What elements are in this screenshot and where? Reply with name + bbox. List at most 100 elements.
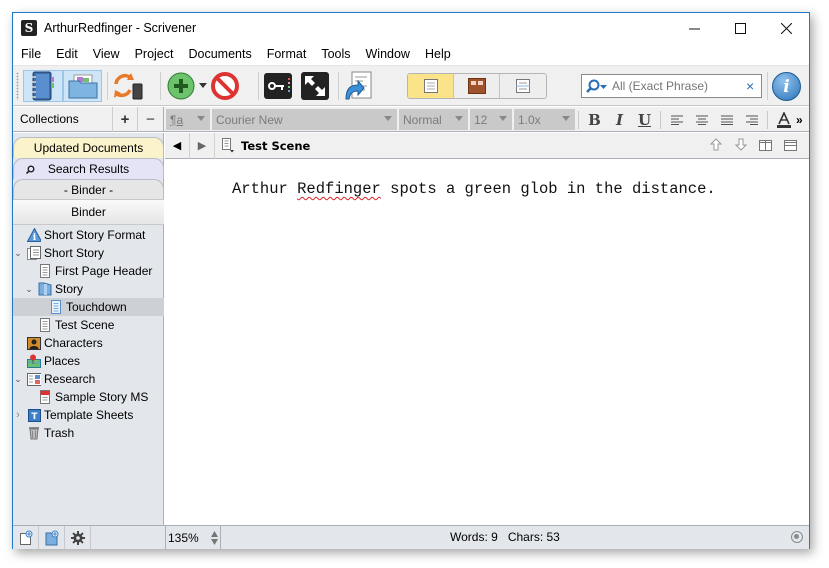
settings-footer-button[interactable] [65,526,91,549]
research-folder-icon [27,372,41,386]
binder-item-sample-story-ms[interactable]: Sample Story MS [13,388,164,406]
document-title: Test Scene [241,138,311,153]
underline-button[interactable]: U [632,109,657,130]
remove-collection-button[interactable]: − [138,107,163,132]
outliner-view-button[interactable] [500,74,546,98]
binder-item-characters[interactable]: Characters [13,334,164,352]
add-folder-footer-button[interactable] [39,526,65,549]
editor-content[interactable]: Arthur Redfinger spots a green glob in t… [232,180,716,198]
sync-button[interactable] [110,70,146,102]
delete-button[interactable] [208,70,242,102]
binder-item-label: Template Sheets [44,408,134,422]
binder-item-places[interactable]: Places [13,352,164,370]
search-results-label: Search Results [47,162,130,176]
align-left-icon [670,115,683,125]
chevron-down-icon[interactable]: ⌄ [13,374,23,385]
font-dropdown[interactable]: Courier New [212,109,397,130]
binder-item-first-page-header[interactable]: First Page Header [13,262,164,280]
outliner-icon [516,79,530,93]
menu-tools[interactable]: Tools [313,43,357,65]
folder-icon [68,74,97,99]
minimize-icon [688,28,700,29]
menu-file[interactable]: File [13,43,48,65]
close-button[interactable] [763,13,809,43]
add-folder-icon [45,530,58,545]
paragraph-style-dropdown[interactable]: ¶a [166,109,210,130]
full-screen-button[interactable] [299,70,331,102]
next-document-button[interactable] [728,138,753,154]
menu-view[interactable]: View [85,43,127,65]
collection-tab-updated-documents[interactable]: Updated Documents [13,137,164,158]
back-button[interactable]: ◀ [165,132,190,159]
chevron-down-icon[interactable]: ⌄ [24,284,34,295]
menu-format[interactable]: Format [259,43,314,65]
align-justify-button[interactable] [714,109,739,130]
maximize-button[interactable] [717,13,763,43]
bold-button[interactable]: B [582,109,607,130]
minimize-button[interactable] [671,13,717,43]
text-editor[interactable]: Arthur Redfinger spots a green glob in t… [165,160,809,525]
menu-window[interactable]: Window [358,43,417,65]
target-icon[interactable] [791,531,803,543]
menu-help[interactable]: Help [417,43,458,65]
split-horizontal-icon [784,139,797,151]
misspelled-word[interactable]: Redfinger [297,180,381,198]
align-justify-icon [720,115,733,125]
document-menu-icon[interactable] [221,138,235,153]
text-run: Arthur [232,180,298,198]
font-size-dropdown[interactable]: 12 [470,109,512,130]
forward-button[interactable]: ▶ [190,132,215,159]
binder-item-test-scene[interactable]: Test Scene [13,316,164,334]
search-input[interactable] [612,79,742,93]
split-horizontal-button[interactable] [778,139,803,154]
gear-icon [70,530,85,545]
binder-item-research[interactable]: ⌄ Research [13,370,164,388]
text-color-button[interactable] [771,109,796,130]
binder-toggle-button[interactable] [23,70,63,102]
compile-button[interactable] [342,70,374,102]
collections-toggle-button[interactable] [63,70,102,102]
binder-item-trash[interactable]: Trash [13,424,164,442]
add-document-button[interactable] [164,70,198,102]
map-pin-icon [27,354,41,368]
add-dropdown-button[interactable] [198,70,208,102]
menu-project[interactable]: Project [127,43,181,65]
zoom-stepper-icon[interactable] [210,530,218,545]
menu-documents[interactable]: Documents [180,43,258,65]
align-left-button[interactable] [664,109,689,130]
search-icon[interactable] [586,79,608,93]
toolbar-grip[interactable] [16,72,19,100]
binder-item-template-sheets[interactable]: › T Template Sheets [13,406,164,424]
collection-tab-binder[interactable]: - Binder - [13,179,164,199]
menu-edit[interactable]: Edit [48,43,85,65]
add-collection-button[interactable]: + [113,107,138,132]
binder-item-touchdown[interactable]: Touchdown [13,298,164,316]
chevron-right-icon[interactable]: › [13,409,23,421]
more-format-options-button[interactable]: » [796,113,803,127]
text-run: spots a green glob in the distance. [380,180,716,198]
collection-tab-search-results[interactable]: Search Results [13,158,164,179]
chevron-down-icon[interactable]: ⌄ [13,248,23,259]
paragraph-style-icon: ¶a [170,112,184,127]
binder-item-short-story-format[interactable]: i Short Story Format [13,226,164,244]
italic-button[interactable]: I [607,109,632,130]
clear-search-button[interactable]: × [746,78,754,94]
previous-document-button[interactable] [703,138,728,154]
line-spacing-dropdown[interactable]: 1.0x [514,109,575,130]
corkboard-view-button[interactable] [454,74,500,98]
window-title: ArthurRedfinger - Scrivener [44,21,197,35]
binder-item-story[interactable]: ⌄ Story [13,280,164,298]
template-icon: T [27,408,41,422]
binder-item-short-story[interactable]: ⌄ Short Story [13,244,164,262]
zoom-control: 135% [165,526,221,549]
maximize-icon [734,22,746,34]
scrivenings-view-button[interactable] [408,74,454,98]
align-right-button[interactable] [739,109,764,130]
sync-icon [114,73,143,100]
font-style-dropdown[interactable]: Normal [399,109,468,130]
inspector-toggle-button[interactable]: i [772,72,801,101]
keywords-button[interactable] [262,70,294,102]
align-center-button[interactable] [689,109,714,130]
add-document-footer-button[interactable] [13,526,39,549]
split-vertical-button[interactable] [753,139,778,154]
